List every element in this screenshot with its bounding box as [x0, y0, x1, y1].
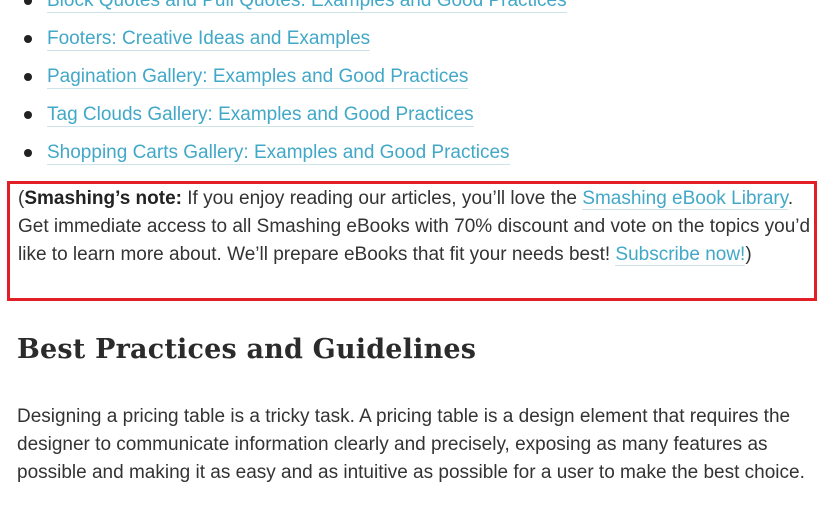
related-link-pagination[interactable]: Pagination Gallery: Examples and Good Pr… — [47, 66, 469, 89]
bullet-icon — [24, 0, 32, 5]
subscribe-link[interactable]: Subscribe now! — [615, 244, 746, 266]
related-link-tag-clouds[interactable]: Tag Clouds Gallery: Examples and Good Pr… — [47, 104, 474, 127]
list-item: Tag Clouds Gallery: Examples and Good Pr… — [0, 96, 567, 134]
section-heading: Best Practices and Guidelines — [17, 334, 477, 365]
section-paragraph: Designing a pricing table is a tricky ta… — [17, 406, 805, 483]
list-item: Footers: Creative Ideas and Examples — [0, 20, 567, 58]
ebook-library-link[interactable]: Smashing eBook Library — [582, 188, 788, 210]
note-text-intro: If you enjoy reading our articles, you’l… — [181, 188, 583, 209]
related-link-block-quotes[interactable]: Block Quotes and Pull Quotes: Examples a… — [47, 0, 567, 13]
list-item: Block Quotes and Pull Quotes: Examples a… — [0, 0, 567, 20]
smashing-note: (Smashing’s note: If you enjoy reading o… — [18, 185, 811, 269]
note-label: Smashing’s note: — [24, 188, 182, 209]
list-item: Pagination Gallery: Examples and Good Pr… — [0, 58, 567, 96]
bullet-icon — [24, 35, 32, 43]
bullet-icon — [24, 149, 32, 157]
note-close-paren: ) — [745, 244, 752, 265]
list-item: Shopping Carts Gallery: Examples and Goo… — [0, 134, 567, 172]
smashing-note-highlight: (Smashing’s note: If you enjoy reading o… — [7, 181, 817, 301]
related-articles-list: Block Quotes and Pull Quotes: Examples a… — [0, 0, 567, 172]
bullet-icon — [24, 111, 32, 119]
related-link-footers[interactable]: Footers: Creative Ideas and Examples — [47, 28, 371, 51]
related-link-shopping-carts[interactable]: Shopping Carts Gallery: Examples and Goo… — [47, 142, 510, 165]
bullet-icon — [24, 73, 32, 81]
